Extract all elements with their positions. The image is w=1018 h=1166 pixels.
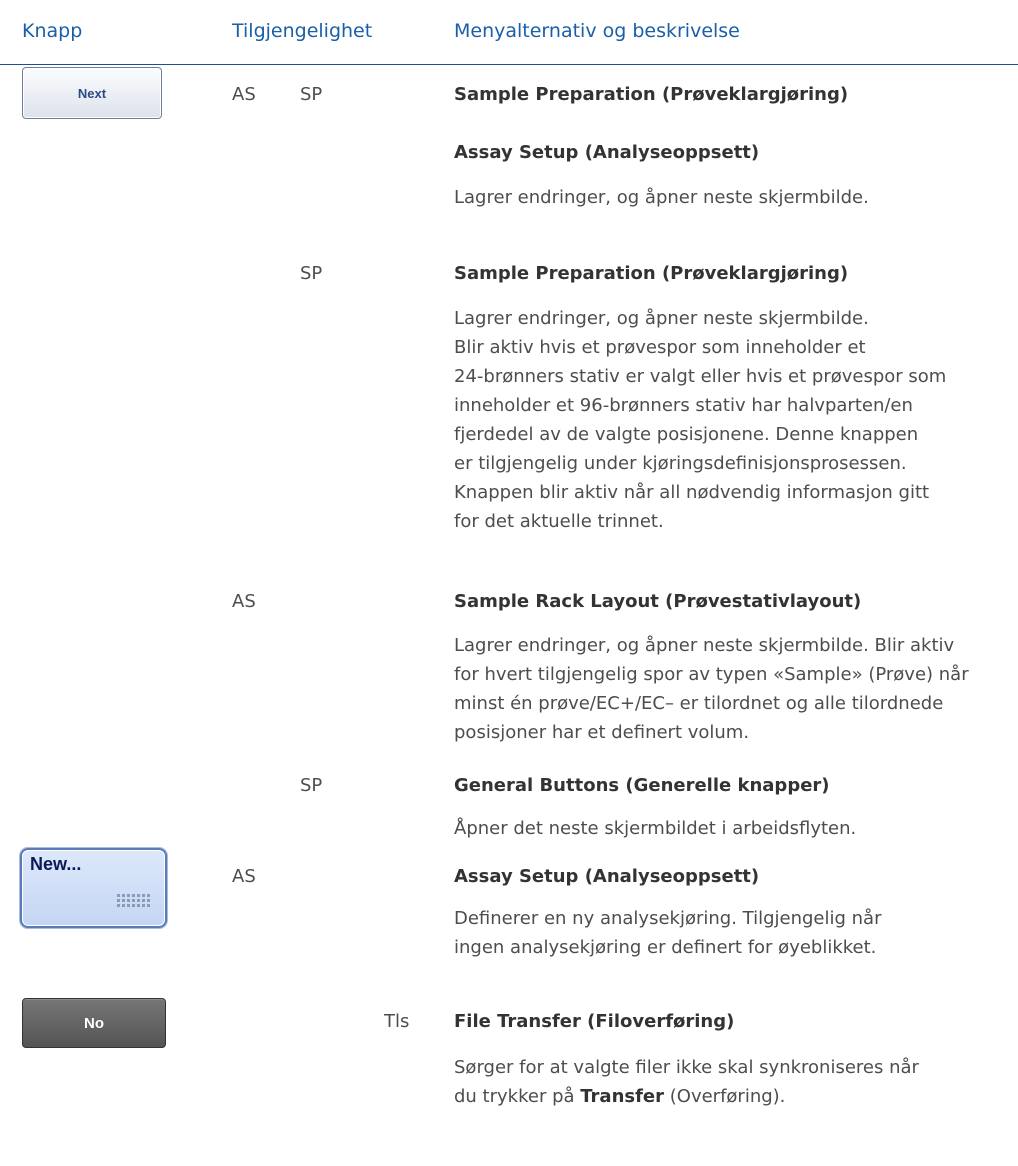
description-line: Blir aktiv hvis et prøvespor som innehol… <box>454 337 866 358</box>
next-button[interactable]: Next <box>22 67 162 119</box>
table-header: Knapp Tilgjengelighet Menyalternativ og … <box>0 0 1018 65</box>
description-line: for hvert tilgjengelig spor av typen «Sa… <box>454 664 969 685</box>
description-line: posisjoner har et definert volum. <box>454 722 750 743</box>
transfer-term: Transfer <box>580 1086 665 1107</box>
description-line: er tilgjengelig under kjøringsdefinisjon… <box>454 453 907 474</box>
next-button-label: Next <box>77 85 107 101</box>
availability-as: AS <box>232 866 256 887</box>
menu-heading: Sample Rack Layout (Prøvestativlayout) <box>454 591 862 612</box>
menu-description: Lagrer endringer, og åpner neste skjermb… <box>454 187 869 208</box>
menu-heading: Sample Preparation (Prøveklargjøring) <box>454 263 849 284</box>
availability-sp: SP <box>300 84 323 105</box>
availability-sp: SP <box>300 263 323 284</box>
description-line: inneholder et 96-brønners stativ har hal… <box>454 395 913 416</box>
description-line: Definerer en ny analysekjøring. Tilgjeng… <box>454 908 882 929</box>
column-header-menu-description: Menyalternativ og beskrivelse <box>454 20 740 42</box>
availability-as: AS <box>232 84 256 105</box>
description-line: for det aktuelle trinnet. <box>454 511 664 532</box>
no-button-label: No <box>84 1014 104 1032</box>
description-text: (Overføring). <box>664 1086 786 1107</box>
description-line: Lagrer endringer, og åpner neste skjermb… <box>454 635 955 656</box>
menu-description: Lagrer endringer, og åpner neste skjermb… <box>454 304 984 536</box>
new-assay-run-button[interactable]: New... <box>20 848 167 928</box>
availability-sp: SP <box>300 775 323 796</box>
menu-description: Definerer en ny analysekjøring. Tilgjeng… <box>454 904 984 962</box>
menu-heading: Assay Setup (Analyseoppsett) <box>454 142 760 163</box>
description-line: Lagrer endringer, og åpner neste skjermb… <box>454 308 869 329</box>
menu-description: Lagrer endringer, og åpner neste skjermb… <box>454 631 984 747</box>
description-line: fjerdedel av de valgte posisjonene. Denn… <box>454 424 919 445</box>
new-button-label: New... <box>30 854 82 874</box>
menu-description: Åpner det neste skjermbildet i arbeidsfl… <box>454 818 857 839</box>
column-header-button: Knapp <box>22 20 83 42</box>
menu-heading: File Transfer (Filoverføring) <box>454 1011 735 1032</box>
no-button[interactable]: No <box>22 998 166 1048</box>
column-header-availability: Tilgjengelighet <box>232 20 373 42</box>
description-line: Sørger for at valgte filer ikke skal syn… <box>454 1057 919 1078</box>
availability-tls: Tls <box>384 1011 410 1032</box>
menu-heading: Assay Setup (Analyseoppsett) <box>454 866 760 887</box>
description-line: du trykker på Transfer (Overføring). <box>454 1082 984 1111</box>
description-text: du trykker på <box>454 1086 581 1107</box>
description-line: minst én prøve/EC+/EC– er tilordnet og a… <box>454 693 944 714</box>
menu-description: Sørger for at valgte filer ikke skal syn… <box>454 1053 984 1111</box>
description-line: 24-brønners stativ er valgt eller hvis e… <box>454 366 947 387</box>
keyboard-icon <box>117 893 151 912</box>
availability-as: AS <box>232 591 256 612</box>
description-line: Knappen blir aktiv når all nødvendig inf… <box>454 482 930 503</box>
menu-heading: General Buttons (Generelle knapper) <box>454 775 830 796</box>
menu-heading: Sample Preparation (Prøveklargjøring) <box>454 84 849 105</box>
description-line: ingen analysekjøring er definert for øye… <box>454 937 877 958</box>
